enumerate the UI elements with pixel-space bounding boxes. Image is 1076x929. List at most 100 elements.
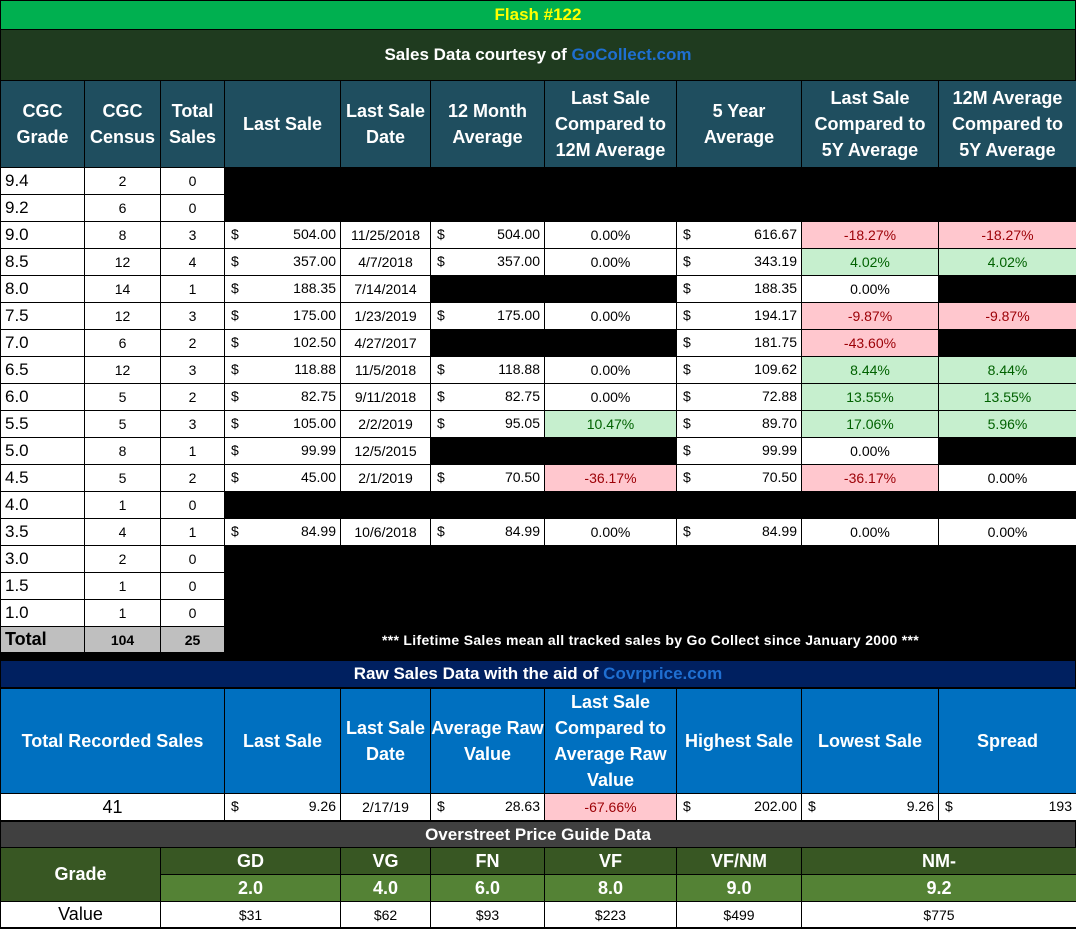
raw-header-average-raw: Average Raw Value xyxy=(430,688,545,794)
table-row: 3.5 4 1 $84.99 10/6/2018 $84.99 0.00% $84.99 0.0… xyxy=(0,518,1076,546)
guide-col-gd: GD xyxy=(160,847,341,875)
last-sale-date-cell: 4/7/2018 xyxy=(340,248,431,276)
avg12-cell: $357.00 xyxy=(430,248,545,276)
raw-last-vs-avg: -67.66% xyxy=(544,793,677,821)
last-sale-cell: $82.75 xyxy=(224,383,341,411)
table-row: 7.0 6 2 $102.50 4/27/2017 $181.75 -43.60% xyxy=(0,329,1076,357)
cgc-grade-cell: 6.5 xyxy=(0,356,85,384)
empty-cell xyxy=(430,275,677,303)
table-row: 7.5 12 3 $175.00 1/23/2019 $175.00 0.00% $194.1… xyxy=(0,302,1076,330)
empty-cell xyxy=(224,545,1076,573)
last-sale-cell: $105.00 xyxy=(224,410,341,438)
cmp5-cell: -18.27% xyxy=(801,221,939,249)
header-last-sale-vs-12m: Last Sale Compared to 12M Average xyxy=(544,80,677,168)
last-sale-date-cell: 9/11/2018 xyxy=(340,383,431,411)
cgc-grade-cell: 7.0 xyxy=(0,329,85,357)
raw-values-row: 41 $9.26 2/17/19 $28.63 -67.66% $202.00 … xyxy=(0,793,1076,821)
overstreet-title: Overstreet Price Guide Data xyxy=(0,821,1076,848)
raw-sales-table: Total Recorded Sales Last Sale Last Sale… xyxy=(0,688,1076,821)
guide-grade-label: Grade xyxy=(0,847,161,902)
cmp12-cell: -36.17% xyxy=(544,464,677,492)
table-row: 9.4 2 0 xyxy=(0,167,1076,195)
cmp12-cell: 0.00% xyxy=(544,383,677,411)
cmp12-cell: 10.47% xyxy=(544,410,677,438)
total-sales: 25 xyxy=(160,626,225,653)
avg5-cell: $343.19 xyxy=(676,248,802,276)
census-cell: 6 xyxy=(84,194,161,222)
last-sale-date-cell: 12/5/2015 xyxy=(340,437,431,465)
cgc-grade-cell: 8.0 xyxy=(0,275,85,303)
census-cell: 1 xyxy=(84,491,161,519)
cmp5-cell: 4.02% xyxy=(801,248,939,276)
header-row: CGC Grade CGC Census Total Sales Last Sa… xyxy=(0,80,1076,168)
census-cell: 4 xyxy=(84,518,161,546)
census-cell: 14 xyxy=(84,275,161,303)
guide-col-fn: FN xyxy=(430,847,545,875)
header-cgc-grade: CGC Grade xyxy=(0,80,85,168)
avg5-cell: $72.88 xyxy=(676,383,802,411)
cmp5-cell: 17.06% xyxy=(801,410,939,438)
avg12-cell: $118.88 xyxy=(430,356,545,384)
table-row: 4.0 1 0 xyxy=(0,491,1076,519)
avgcmp-cell: 0.00% xyxy=(938,518,1076,546)
census-cell: 8 xyxy=(84,437,161,465)
avg5-cell: $84.99 xyxy=(676,518,802,546)
cgc-grade-cell: 1.5 xyxy=(0,572,85,600)
avg12-cell: $504.00 xyxy=(430,221,545,249)
table-row: 8.0 14 1 $188.35 7/14/2014 $188.35 0.00% xyxy=(0,275,1076,303)
table-row: 4.5 5 2 $45.00 2/1/2019 $70.50 -36.17% $70.50 -3… xyxy=(0,464,1076,492)
census-cell: 12 xyxy=(84,302,161,330)
table-row: 1.0 1 0 xyxy=(0,599,1076,627)
cgc-grade-cell: 1.0 xyxy=(0,599,85,627)
census-cell: 5 xyxy=(84,383,161,411)
covrprice-link[interactable]: Covrprice.com xyxy=(603,664,722,683)
cgc-grade-cell: 3.5 xyxy=(0,518,85,546)
last-sale-cell: $175.00 xyxy=(224,302,341,330)
cgc-grade-cell: 9.4 xyxy=(0,167,85,195)
lifetime-sales-note: *** Lifetime Sales mean all tracked sale… xyxy=(224,626,1076,653)
raw-spread: $193 xyxy=(938,793,1076,821)
census-cell: 12 xyxy=(84,248,161,276)
raw-average: $28.63 xyxy=(430,793,545,821)
avg12-cell: $95.05 xyxy=(430,410,545,438)
last-sale-date-cell: 2/2/2019 xyxy=(340,410,431,438)
avg12-cell: $70.50 xyxy=(430,464,545,492)
cmp5-cell: -36.17% xyxy=(801,464,939,492)
last-sale-cell: $99.99 xyxy=(224,437,341,465)
table-row: 6.0 5 2 $82.75 9/11/2018 $82.75 0.00% $72.88 13.… xyxy=(0,383,1076,411)
avg5-cell: $89.70 xyxy=(676,410,802,438)
avg5-cell: $188.35 xyxy=(676,275,802,303)
raw-last-sale: $9.26 xyxy=(224,793,341,821)
last-sale-cell: $118.88 xyxy=(224,356,341,384)
empty-cell xyxy=(938,275,1076,303)
last-sale-cell: $102.50 xyxy=(224,329,341,357)
cgc-grade-cell: 8.5 xyxy=(0,248,85,276)
avgcmp-cell: 13.55% xyxy=(938,383,1076,411)
cmp5-cell: 8.44% xyxy=(801,356,939,384)
guide-col-vg: VG xyxy=(340,847,431,875)
raw-total-recorded: 41 xyxy=(0,793,225,821)
avg5-cell: $70.50 xyxy=(676,464,802,492)
total-sales-cell: 0 xyxy=(160,599,225,627)
header-total-sales: Total Sales xyxy=(160,80,225,168)
cmp12-cell: 0.00% xyxy=(544,221,677,249)
last-sale-date-cell: 11/25/2018 xyxy=(340,221,431,249)
subtitle-text: Sales Data courtesy of xyxy=(384,45,572,64)
header-5-year-average: 5 Year Average xyxy=(676,80,802,168)
guide-value-vf: $223 xyxy=(544,901,677,928)
raw-highest: $202.00 xyxy=(676,793,802,821)
total-sales-cell: 0 xyxy=(160,167,225,195)
guide-col-vf: VF xyxy=(544,847,677,875)
raw-title-text: Raw Sales Data with the aid of xyxy=(353,664,604,683)
empty-cell xyxy=(224,194,1076,222)
total-sales-cell: 3 xyxy=(160,221,225,249)
total-sales-cell: 4 xyxy=(160,248,225,276)
gocollect-link[interactable]: GoCollect.com xyxy=(572,45,692,64)
cmp5-cell: -9.87% xyxy=(801,302,939,330)
guide-num-vfnm: 9.0 xyxy=(676,874,802,902)
cgc-grade-cell: 9.0 xyxy=(0,221,85,249)
table-row: 3.0 2 0 xyxy=(0,545,1076,573)
total-sales-cell: 0 xyxy=(160,572,225,600)
guide-num-vg: 4.0 xyxy=(340,874,431,902)
guide-value-gd: $31 xyxy=(160,901,341,928)
